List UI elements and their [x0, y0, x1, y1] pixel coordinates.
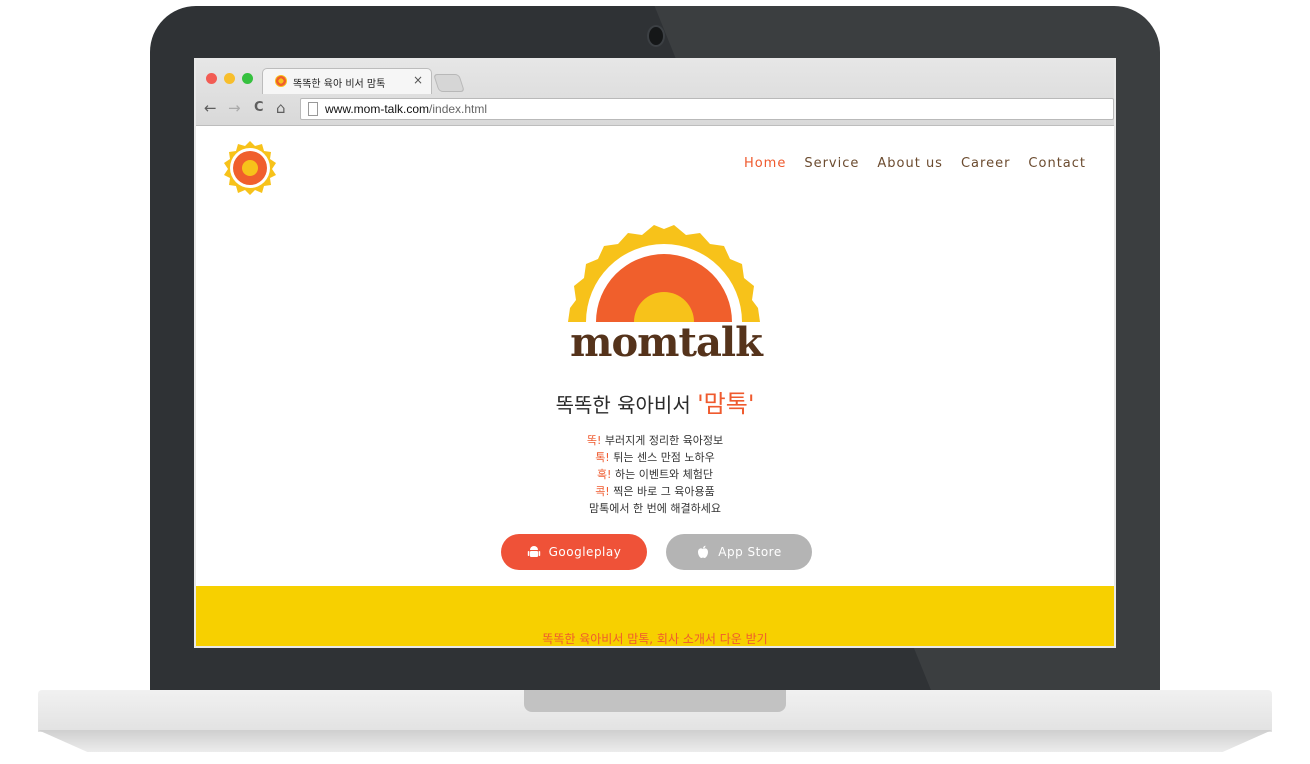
app-store-label: App Store: [718, 545, 782, 559]
hero-headline: 똑똑한 육아비서 '맘톡': [196, 384, 1114, 419]
nav-service[interactable]: Service: [804, 156, 859, 171]
laptop-screen: 똑똑한 육아 비서 맘톡 × ← → C ⌂ www.mom-talk.com/…: [194, 58, 1116, 648]
feature-key: 톡!: [595, 451, 610, 464]
tab-title: 똑똑한 육아 비서 맘톡: [293, 79, 386, 90]
feature-key: 혹!: [596, 468, 612, 481]
feature-text: 찍은 바로 그 육아용품: [609, 485, 715, 498]
nav-career[interactable]: Career: [961, 156, 1010, 171]
browser-chrome: 똑똑한 육아 비서 맘톡 × ← → C ⌂ www.mom-talk.com/…: [196, 60, 1114, 126]
favicon: [275, 75, 287, 87]
feature-line: 맘톡에서 한 번에 해결하세요: [196, 500, 1114, 517]
intro-banner: 똑똑한 육아비서 맘톡, 회사 소개서 다운 받기: [196, 586, 1114, 646]
app-store-button[interactable]: App Store: [666, 534, 812, 570]
main-nav: Home Service About us Career Contact: [744, 156, 1086, 171]
home-icon[interactable]: ⌂: [276, 100, 286, 116]
feature-key: 똑!: [586, 434, 602, 447]
headline-prefix: 똑똑한 육아비서: [555, 393, 698, 417]
page-icon: [308, 102, 318, 116]
android-icon: [527, 546, 540, 557]
feature-text: 튀는 센스 만점 노하우: [609, 451, 715, 464]
momtalk-wordmark: momtalk: [570, 319, 763, 366]
url-host: www.mom-talk.com: [325, 102, 430, 116]
webcam-icon: [647, 25, 665, 47]
tab-close-icon[interactable]: ×: [413, 73, 423, 87]
feature-text: 부러지게 정리한 육아정보: [601, 434, 724, 447]
new-tab-button[interactable]: [433, 74, 465, 92]
back-icon[interactable]: ←: [204, 100, 217, 116]
nav-home[interactable]: Home: [744, 156, 786, 171]
feature-list: 똑! 부러지게 정리한 육아정보 톡! 튀는 센스 만점 노하우 혹! 하는 이…: [196, 432, 1114, 517]
feature-key: 콕!: [595, 485, 610, 498]
url-path: /index.html: [429, 102, 488, 116]
googleplay-label: Googleplay: [548, 545, 622, 559]
close-window-button[interactable]: [206, 73, 217, 84]
apple-icon: [698, 545, 709, 558]
forward-icon[interactable]: →: [228, 100, 241, 116]
momtalk-sun-logo-icon: [568, 225, 760, 322]
feature-line: 똑! 부러지게 정리한 육아정보: [196, 432, 1114, 449]
company-intro-download-link[interactable]: 똑똑한 육아비서 맘톡, 회사 소개서 다운 받기: [196, 630, 1114, 646]
nav-about-us[interactable]: About us: [877, 156, 943, 171]
website: Home Service About us Career Contact mom…: [196, 126, 1114, 646]
maximize-window-button[interactable]: [242, 73, 253, 84]
site-logo-icon[interactable]: [222, 140, 278, 196]
url-text: www.mom-talk.com/index.html: [325, 102, 487, 116]
feature-line: 콕! 찍은 바로 그 육아용품: [196, 483, 1114, 500]
feature-line: 혹! 하는 이벤트와 체험단: [196, 466, 1114, 483]
minimize-window-button[interactable]: [224, 73, 235, 84]
laptop-mockup: 똑똑한 육아 비서 맘톡 × ← → C ⌂ www.mom-talk.com/…: [0, 0, 1310, 764]
feature-line: 톡! 튀는 센스 만점 노하우: [196, 449, 1114, 466]
laptop-base-bottom: [38, 730, 1272, 752]
laptop-notch: [524, 690, 786, 712]
headline-highlight: '맘톡': [697, 390, 755, 418]
reload-icon[interactable]: C: [254, 100, 264, 116]
nav-contact[interactable]: Contact: [1028, 156, 1086, 171]
browser-tab[interactable]: 똑똑한 육아 비서 맘톡 ×: [262, 68, 432, 94]
googleplay-button[interactable]: Googleplay: [501, 534, 647, 570]
feature-text: 맘톡에서 한 번에 해결하세요: [589, 502, 721, 515]
address-bar[interactable]: www.mom-talk.com/index.html: [300, 98, 1114, 120]
feature-text: 하는 이벤트와 체험단: [611, 468, 714, 481]
